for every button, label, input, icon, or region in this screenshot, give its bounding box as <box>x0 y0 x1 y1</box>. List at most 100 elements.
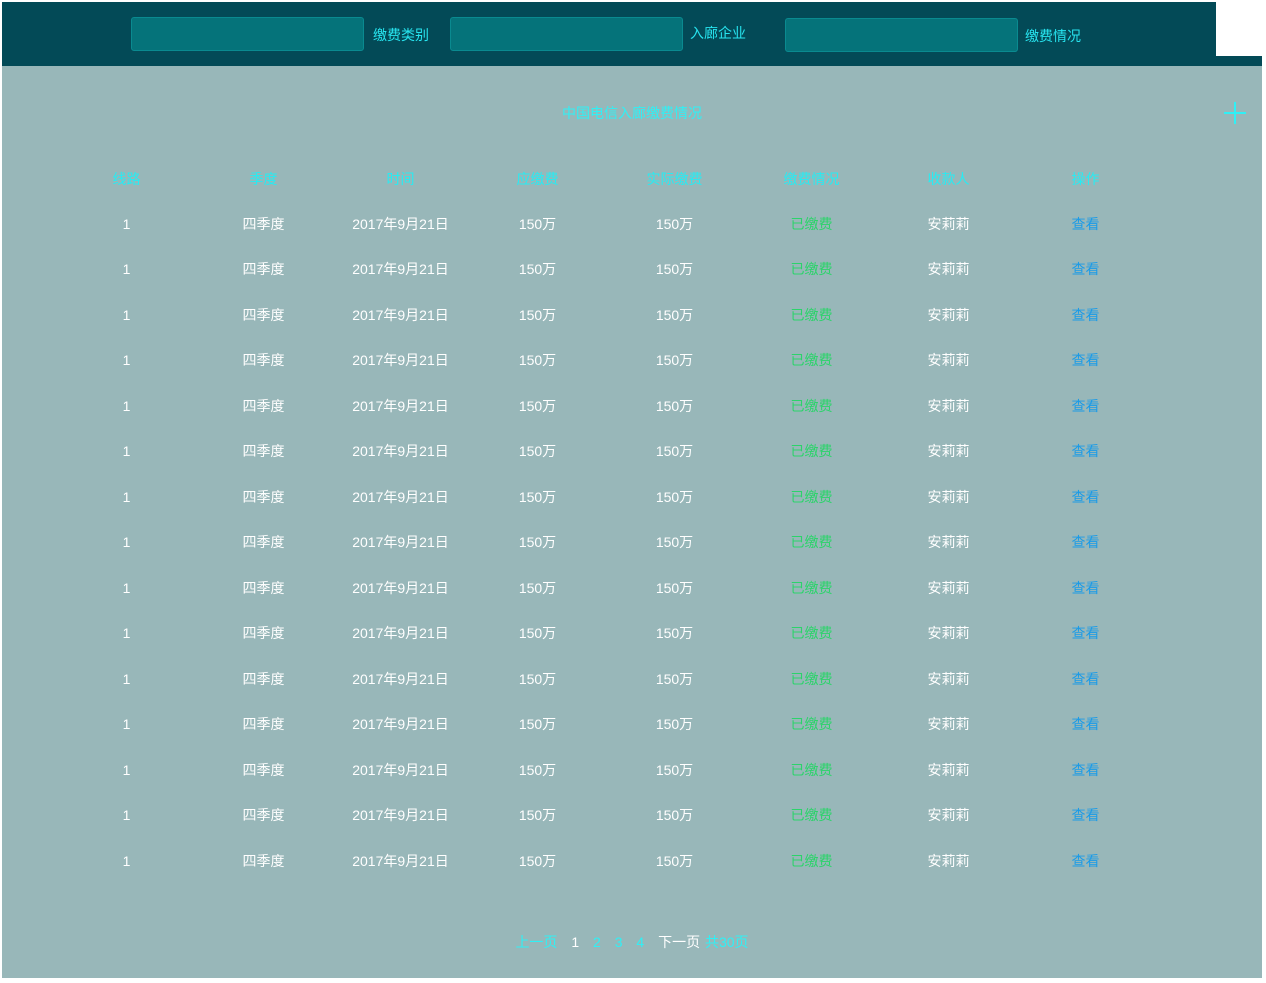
payment-status-input[interactable] <box>785 18 1018 52</box>
cell-quarter: 四季度 <box>242 625 285 642</box>
cell-amount-due: 150万 <box>518 397 557 414</box>
plus-icon[interactable] <box>1224 102 1246 124</box>
cell-payee: 安莉莉 <box>927 625 970 642</box>
cell-view-link[interactable]: 查看 <box>1017 429 1154 475</box>
payment-category-input[interactable] <box>131 17 364 51</box>
cell-view-link[interactable]: 查看 <box>1017 793 1154 839</box>
cell-payee: 安莉莉 <box>927 852 970 869</box>
cell-amount-due: 150万 <box>518 352 557 369</box>
cell-amount-paid: 150万 <box>655 397 694 414</box>
cell-payee: 安莉莉 <box>927 534 970 551</box>
payment-panel: 中国电信入廊缴费情况 线路 季度 时间 应缴费 实际缴费 缴费情况 收款人 操作… <box>2 66 1262 978</box>
cell-amount-paid: 150万 <box>655 716 694 733</box>
cell-quarter: 四季度 <box>242 488 285 505</box>
cell-payment-status: 已缴费 <box>790 579 833 596</box>
prev-page-link[interactable]: 上一页 <box>515 932 557 952</box>
table-row: 1 四季度 2017年9月21日 150万 150万 已缴费 安莉莉 查看 <box>58 520 1154 566</box>
cell-time: 2017年9月21日 <box>352 761 449 778</box>
next-page-link[interactable]: 下一页 <box>658 932 700 952</box>
cell-time: 2017年9月21日 <box>352 807 449 824</box>
cell-line: 1 <box>122 852 131 869</box>
cell-view-link[interactable]: 查看 <box>1017 201 1154 247</box>
enterprise-input[interactable] <box>450 17 683 51</box>
cell-quarter: 四季度 <box>242 670 285 687</box>
table-row: 1 四季度 2017年9月21日 150万 150万 已缴费 安莉莉 查看 <box>58 702 1154 748</box>
cell-view-link[interactable]: 查看 <box>1017 611 1154 657</box>
cell-payment-status: 已缴费 <box>790 306 833 323</box>
table-row: 1 四季度 2017年9月21日 150万 150万 已缴费 安莉莉 查看 <box>58 429 1154 475</box>
cell-payment-status: 已缴费 <box>790 716 833 733</box>
cell-payment-status: 已缴费 <box>790 261 833 278</box>
cell-time: 2017年9月21日 <box>352 579 449 596</box>
page-4-link[interactable]: 4 <box>636 932 644 952</box>
cell-payment-status: 已缴费 <box>790 488 833 505</box>
header-action: 操作 <box>1071 170 1100 187</box>
cell-view-link[interactable]: 查看 <box>1017 565 1154 611</box>
cell-time: 2017年9月21日 <box>352 443 449 460</box>
cell-payee: 安莉莉 <box>927 579 970 596</box>
page-2-link[interactable]: 2 <box>593 932 601 952</box>
cell-view-link[interactable]: 查看 <box>1017 292 1154 338</box>
cell-view-link[interactable]: 查看 <box>1017 702 1154 748</box>
table-row: 1 四季度 2017年9月21日 150万 150万 已缴费 安莉莉 查看 <box>58 292 1154 338</box>
cell-quarter: 四季度 <box>242 443 285 460</box>
cell-quarter: 四季度 <box>242 261 285 278</box>
cell-payment-status: 已缴费 <box>790 852 833 869</box>
cell-view-link[interactable]: 查看 <box>1017 474 1154 520</box>
cell-time: 2017年9月21日 <box>352 670 449 687</box>
cell-line: 1 <box>122 534 131 551</box>
page-1-link[interactable]: 1 <box>571 932 579 952</box>
cell-amount-due: 150万 <box>518 716 557 733</box>
cell-view-link[interactable]: 查看 <box>1017 520 1154 566</box>
cell-line: 1 <box>122 443 131 460</box>
cell-time: 2017年9月21日 <box>352 397 449 414</box>
cell-view-link[interactable]: 查看 <box>1017 656 1154 702</box>
cell-amount-paid: 150万 <box>655 261 694 278</box>
cell-quarter: 四季度 <box>242 761 285 778</box>
cell-amount-due: 150万 <box>518 852 557 869</box>
cell-line: 1 <box>122 670 131 687</box>
cell-amount-due: 150万 <box>518 534 557 551</box>
cell-view-link[interactable]: 查看 <box>1017 747 1154 793</box>
page-3-link[interactable]: 3 <box>615 932 623 952</box>
cell-payee: 安莉莉 <box>927 352 970 369</box>
enterprise-label: 入廊企业 <box>690 25 746 41</box>
cell-time: 2017年9月21日 <box>352 488 449 505</box>
cell-quarter: 四季度 <box>242 534 285 551</box>
table-row: 1 四季度 2017年9月21日 150万 150万 已缴费 安莉莉 查看 <box>58 793 1154 839</box>
cell-view-link[interactable]: 查看 <box>1017 838 1154 884</box>
table-row: 1 四季度 2017年9月21日 150万 150万 已缴费 安莉莉 查看 <box>58 565 1154 611</box>
cell-view-link[interactable]: 查看 <box>1017 247 1154 293</box>
cell-amount-paid: 150万 <box>655 215 694 232</box>
cell-payment-status: 已缴费 <box>790 534 833 551</box>
cell-amount-paid: 150万 <box>655 579 694 596</box>
cell-line: 1 <box>122 261 131 278</box>
top-bar-bottom-strip <box>2 56 1262 66</box>
cell-line: 1 <box>122 579 131 596</box>
cell-amount-due: 150万 <box>518 579 557 596</box>
cell-view-link[interactable]: 查看 <box>1017 383 1154 429</box>
table-row: 1 四季度 2017年9月21日 150万 150万 已缴费 安莉莉 查看 <box>58 747 1154 793</box>
cell-payee: 安莉莉 <box>927 488 970 505</box>
cell-amount-paid: 150万 <box>655 761 694 778</box>
cell-view-link[interactable]: 查看 <box>1017 338 1154 384</box>
payment-status-label: 缴费情况 <box>1025 28 1081 44</box>
panel-title: 中国电信入廊缴费情况 <box>562 105 702 121</box>
table-row: 1 四季度 2017年9月21日 150万 150万 已缴费 安莉莉 查看 <box>58 383 1154 429</box>
cell-amount-due: 150万 <box>518 443 557 460</box>
cell-payee: 安莉莉 <box>927 397 970 414</box>
table-row: 1 四季度 2017年9月21日 150万 150万 已缴费 安莉莉 查看 <box>58 247 1154 293</box>
cell-quarter: 四季度 <box>242 215 285 232</box>
cell-payee: 安莉莉 <box>927 716 970 733</box>
cell-payee: 安莉莉 <box>927 261 970 278</box>
table-row: 1 四季度 2017年9月21日 150万 150万 已缴费 安莉莉 查看 <box>58 838 1154 884</box>
cell-payment-status: 已缴费 <box>790 352 833 369</box>
cell-quarter: 四季度 <box>242 352 285 369</box>
cell-quarter: 四季度 <box>242 716 285 733</box>
payment-category-label: 缴费类别 <box>373 27 429 43</box>
cell-amount-paid: 150万 <box>655 488 694 505</box>
cell-payment-status: 已缴费 <box>790 761 833 778</box>
table-row: 1 四季度 2017年9月21日 150万 150万 已缴费 安莉莉 查看 <box>58 611 1154 657</box>
cell-quarter: 四季度 <box>242 852 285 869</box>
cell-payment-status: 已缴费 <box>790 625 833 642</box>
